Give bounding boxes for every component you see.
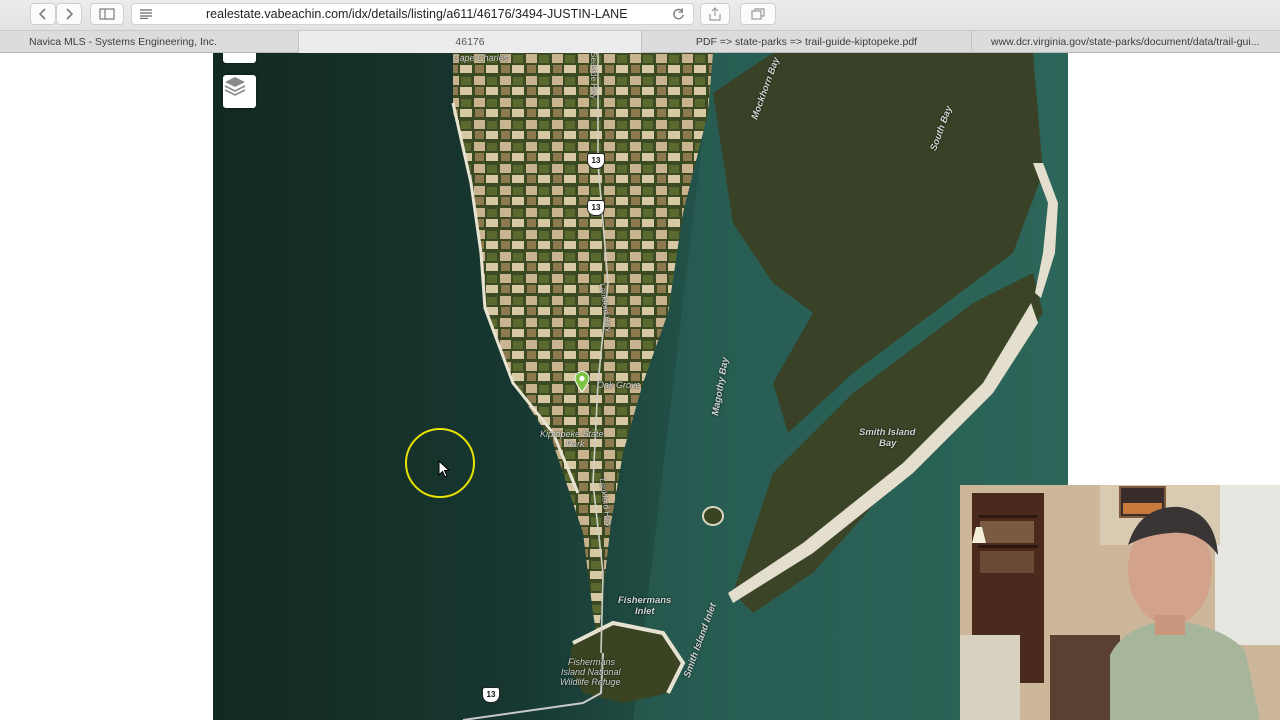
share-icon [709, 7, 721, 21]
tabs-icon [751, 8, 765, 20]
url-text[interactable]: realestate.vabeachin.com/idx/details/lis… [206, 7, 628, 21]
layers-icon [224, 77, 246, 96]
address-bar[interactable]: realestate.vabeachin.com/idx/details/lis… [131, 3, 694, 25]
map-label-seaside-hwy: Seaside Hwy [588, 53, 598, 99]
sidebar-icon [99, 8, 115, 20]
map-label-fishermans-inlet-1: Fishermans [618, 595, 672, 606]
map-label-oak-grove: Oak Grove [597, 380, 641, 390]
zoom-out-button[interactable] [223, 53, 256, 63]
route-shield-13: 13 [587, 200, 605, 216]
chevron-right-icon [66, 8, 74, 20]
sidebar-toggle-button[interactable] [90, 3, 124, 25]
tab-listing[interactable]: 46176 [298, 31, 641, 53]
tab-dcr-virginia[interactable]: www.dcr.virginia.gov/state-parks/documen… [971, 31, 1280, 53]
page-margin [0, 53, 8, 720]
reader-icon[interactable] [140, 9, 152, 19]
map-label-cape-charles: Cape Charles [453, 53, 509, 63]
map-label-refuge-3: Wildlife Refuge [560, 677, 621, 687]
map-label-refuge-2: Island National [561, 667, 621, 677]
webcam-overlay [960, 485, 1280, 720]
map-label-refuge-1: Fishermans [568, 657, 616, 667]
tabs-overview-button[interactable] [740, 3, 776, 25]
layers-button[interactable] [223, 75, 256, 108]
tab-bar: Navica MLS - Systems Engineering, Inc. 4… [0, 30, 1280, 53]
tab-navica[interactable]: Navica MLS - Systems Engineering, Inc. [8, 31, 298, 53]
presenter-video [960, 485, 1280, 720]
map-label-kiptopeke-2: Park [566, 439, 585, 449]
share-button[interactable] [700, 3, 730, 25]
map-label-smith-island-bay-1: Smith Island [859, 427, 916, 438]
map-pin-icon[interactable] [574, 371, 590, 393]
map-label-kiptopeke-1: Kiptopeke State [540, 429, 604, 439]
chevron-left-icon [38, 8, 46, 20]
forward-button[interactable] [56, 3, 82, 25]
route-shield-13: 13 [587, 153, 605, 169]
satellite-map[interactable]: Cape Charles Mockhorn Bay South Bay Seas… [213, 53, 1068, 720]
map-label-fishermans-inlet-2: Inlet [635, 606, 655, 617]
browser-toolbar: realestate.vabeachin.com/idx/details/lis… [0, 0, 1280, 30]
route-shield-13: 13 [482, 687, 500, 703]
back-button[interactable] [30, 3, 56, 25]
map-label-smith-island-bay-2: Bay [879, 438, 897, 449]
reload-icon[interactable] [672, 7, 685, 21]
tab-trail-guide-pdf[interactable]: PDF => state-parks => trail-guide-kiptop… [641, 31, 971, 53]
mouse-pointer-icon [438, 460, 450, 478]
